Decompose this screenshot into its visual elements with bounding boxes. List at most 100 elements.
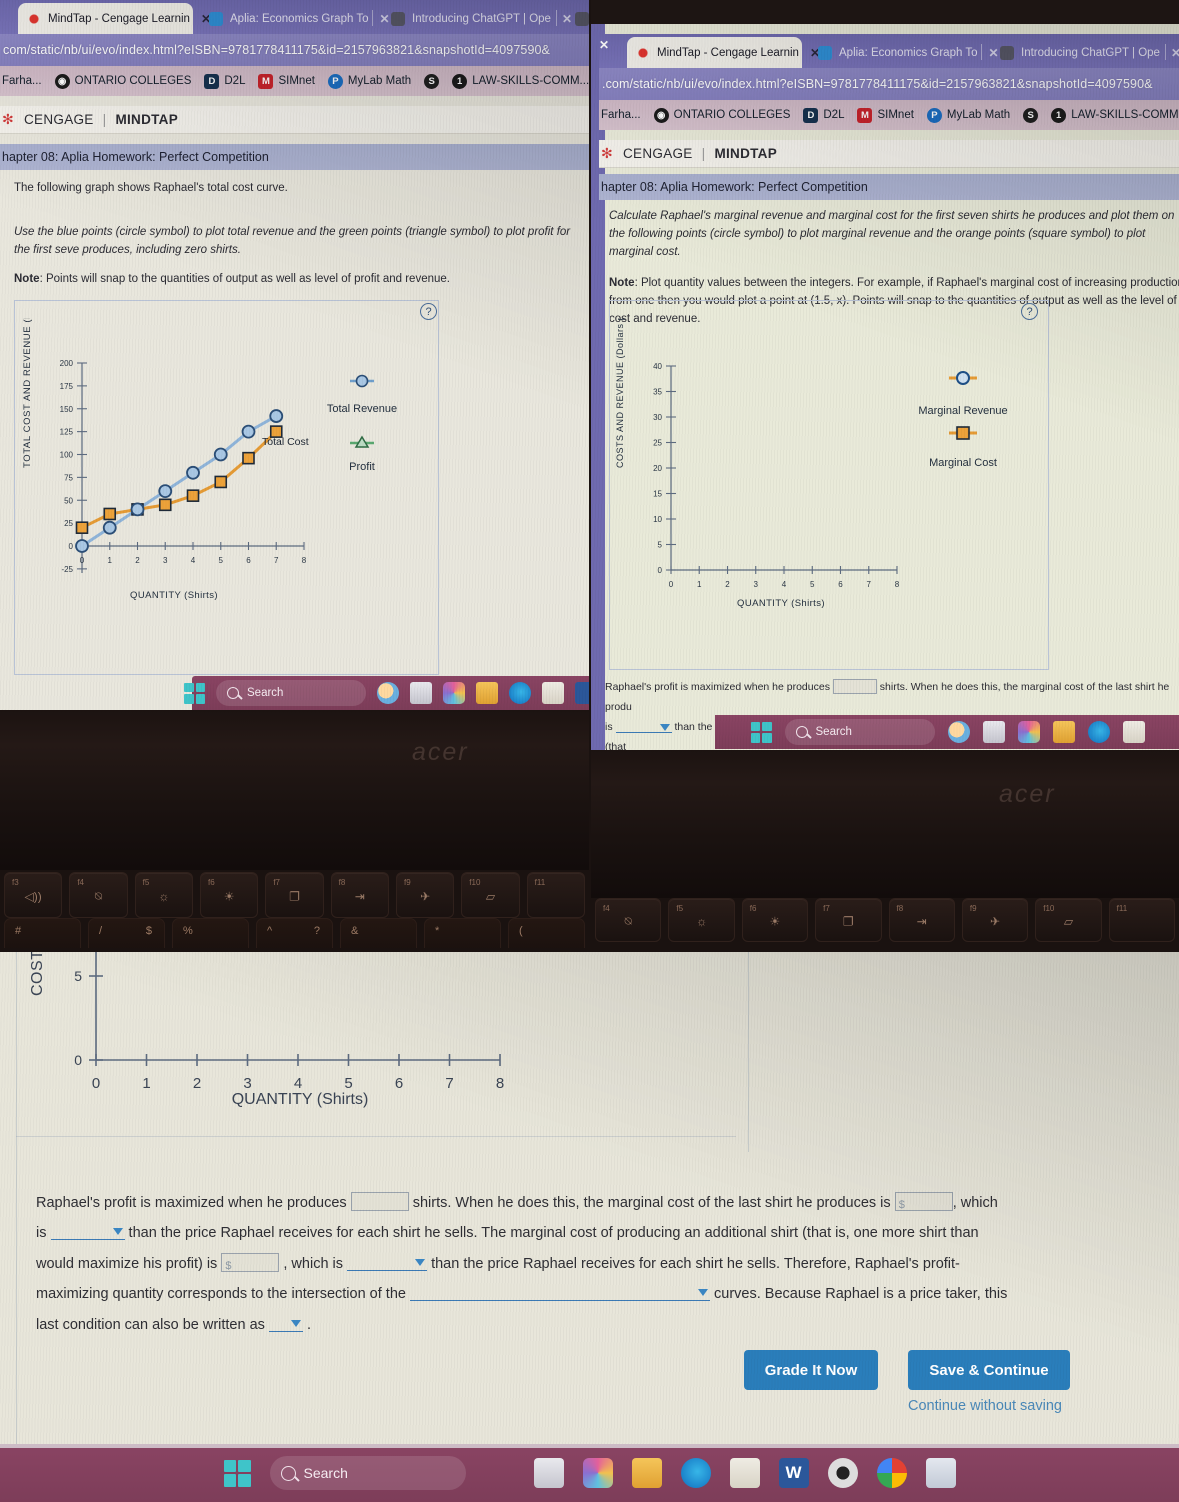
bookmark-mylab-math[interactable]: P MyLab Math — [327, 73, 411, 89]
widgets-icon[interactable] — [410, 682, 432, 704]
browser-tab-mindtap[interactable]: MindTap - Cengage Learnin ✕ — [18, 3, 211, 34]
windows-start-icon[interactable] — [223, 1459, 251, 1487]
widgets-icon[interactable] — [533, 1458, 564, 1488]
paint-icon[interactable] — [582, 1458, 613, 1488]
tab-scroll-left-icon[interactable]: ✕ — [599, 38, 609, 52]
word-icon[interactable] — [575, 682, 589, 704]
snipping-tool-icon[interactable] — [925, 1458, 956, 1488]
copilot-icon[interactable] — [485, 1458, 515, 1488]
svg-text:8: 8 — [302, 556, 307, 565]
key-f7[interactable]: f7 ❐ — [815, 898, 882, 942]
browser-tab-chatgpt[interactable]: Introducing ChatGPT | Ope ✕ — [991, 37, 1179, 68]
microsoft-store-icon[interactable] — [729, 1458, 760, 1488]
bookmark-ontario-colleges[interactable]: ◉ ONTARIO COLLEGES — [54, 73, 191, 89]
key-7[interactable]: &7 — [340, 918, 417, 948]
simnet-icon: M — [258, 73, 274, 89]
key-f11[interactable]: f11 — [526, 872, 585, 918]
key-9[interactable]: (9 — [508, 918, 585, 948]
key-f6[interactable]: f6 ☀ — [199, 872, 259, 918]
bookmark-globe[interactable]: S — [424, 73, 440, 89]
grade-it-now-button[interactable]: Grade It Now — [744, 1350, 878, 1390]
key-f4[interactable]: f4 ⍉ — [595, 898, 662, 942]
bookmark-farha[interactable]: Farha... — [601, 109, 641, 121]
key-5[interactable]: %5 — [172, 918, 249, 948]
edge-icon[interactable] — [680, 1458, 711, 1488]
key-f11[interactable]: f11 — [1108, 898, 1175, 942]
edge-icon[interactable] — [1087, 721, 1110, 743]
search-placeholder: Search — [303, 1465, 348, 1481]
taskbar-search-box[interactable]: Search — [216, 680, 366, 706]
browser-tab-extra[interactable] — [1171, 37, 1179, 68]
save-and-continue-button[interactable]: Save & Continue — [908, 1350, 1070, 1390]
key-f4[interactable]: f4 ⍉ — [69, 872, 128, 918]
key-f10[interactable]: f10 ▱ — [1035, 898, 1102, 942]
key-4[interactable]: /$4 — [88, 918, 165, 948]
browser-tab-extra[interactable] — [566, 3, 589, 34]
paint-icon[interactable] — [1017, 721, 1040, 743]
steelseries-icon[interactable] — [827, 1458, 858, 1488]
key-f7[interactable]: f7 ❐ — [265, 872, 324, 918]
total-cost-points[interactable] — [75, 425, 283, 534]
word-icon[interactable]: W — [778, 1458, 809, 1488]
taskbar-search-box[interactable]: Search — [269, 1456, 466, 1490]
key-f9[interactable]: f9 ✈ — [395, 872, 455, 918]
bookmark-law-skills[interactable]: 1 LAW-SKILLS-COMM... — [1051, 107, 1179, 123]
marginal-chart-bottom-crop[interactable]: 05 012345678 COSTS QUANTITY (Shirts) — [10, 952, 530, 1122]
dropdown-comparison-2[interactable] — [347, 1255, 428, 1271]
windows-start-icon[interactable] — [750, 721, 772, 743]
copilot-icon[interactable] — [377, 682, 399, 704]
bookmark-d2l[interactable]: D D2L — [204, 73, 245, 89]
bookmark-simnet[interactable]: M SIMnet — [857, 107, 914, 123]
page-title: hapter 08: Aplia Homework: Perfect Compe… — [2, 150, 269, 164]
bookmark-globe[interactable]: S — [1023, 107, 1039, 123]
total-cost-revenue-chart[interactable]: -25 0 25 50 75 100 125 150 175 200 0 1 2 3 4 5 6 7 8 TOTA… — [14, 318, 439, 628]
dropdown-condition[interactable] — [268, 1316, 303, 1332]
microsoft-store-icon[interactable] — [542, 682, 564, 704]
key-3[interactable]: #3 — [4, 918, 81, 948]
dropdown-curves[interactable] — [409, 1285, 710, 1302]
browser-tab-aplia[interactable]: Aplia: Economics Graph To ✕ — [809, 37, 999, 68]
taskbar-search-box[interactable]: Search — [784, 719, 935, 745]
bookmark-mylab-math[interactable]: P MyLab Math — [926, 107, 1010, 123]
answer-input-quantity[interactable] — [350, 1192, 409, 1211]
dropdown-comparison-1[interactable] — [50, 1224, 125, 1241]
edge-icon[interactable] — [509, 682, 531, 704]
browser-address-bar[interactable]: com/static/nb/ui/evo/index.html?eISBN=97… — [0, 34, 589, 66]
bookmark-farha[interactable]: Farha... — [2, 75, 42, 87]
key-f5[interactable]: f5 ☼ — [668, 898, 735, 942]
note-text: : Points will snap to the quantities of … — [39, 273, 450, 286]
key-f9[interactable]: f9 ✈ — [961, 898, 1029, 942]
function-key-row: f3 ◁)) f4 ⍉ f5 ☼ f6 ☀ f7 ❐ f8 ⇥ f9 ✈ f10 ▱ f11 — [0, 872, 589, 918]
file-explorer-icon[interactable] — [1052, 721, 1075, 743]
widgets-icon[interactable] — [982, 721, 1005, 743]
key-8[interactable]: *8 — [424, 918, 501, 948]
file-explorer-icon[interactable] — [476, 682, 498, 704]
paint-icon[interactable] — [443, 682, 465, 704]
answer-input-additional-cost[interactable] — [221, 1252, 280, 1278]
bookmark-simnet[interactable]: M SIMnet — [258, 73, 315, 89]
chrome-icon[interactable] — [876, 1458, 907, 1488]
file-explorer-icon[interactable] — [631, 1458, 662, 1488]
key-6[interactable]: ^?6 — [256, 918, 333, 948]
key-f6[interactable]: f6 ☀ — [741, 898, 809, 942]
key-f3[interactable]: f3 ◁)) — [4, 872, 63, 918]
browser-tab-mindtap[interactable]: MindTap - Cengage Learnin ✕ — [627, 37, 820, 68]
browser-address-bar[interactable]: .com/static/nb/ui/evo/index.html?eISBN=9… — [599, 68, 1179, 100]
bookmark-ontario-colleges[interactable]: ◉ ONTARIO COLLEGES — [653, 107, 790, 123]
key-f5[interactable]: f5 ☼ — [134, 872, 193, 918]
continue-without-saving-link[interactable]: Continue without saving — [908, 1398, 1062, 1414]
dropdown-comparison-1[interactable] — [615, 720, 672, 733]
windows-start-icon[interactable] — [184, 682, 205, 704]
copilot-icon[interactable] — [947, 721, 970, 743]
bookmark-law-skills[interactable]: 1 LAW-SKILLS-COMM... — [452, 73, 589, 89]
answer-input-quantity[interactable] — [832, 679, 877, 694]
key-f8[interactable]: f8 ⇥ — [330, 872, 389, 918]
browser-tab-chatgpt[interactable]: Introducing ChatGPT | Ope ✕ — [382, 3, 572, 34]
answer-input-marginal-cost[interactable] — [894, 1192, 953, 1217]
marginal-cost-revenue-chart[interactable]: 0 5 10 15 20 25 30 35 40 0 1 2 3 4 5 6 7 8 COSTS AND REV… — [609, 318, 1049, 628]
key-f10[interactable]: f10 ▱ — [461, 872, 520, 918]
key-f8[interactable]: f8 ⇥ — [888, 898, 955, 942]
microsoft-store-icon[interactable] — [1122, 721, 1145, 743]
bookmark-d2l[interactable]: D D2L — [803, 107, 844, 123]
browser-tab-aplia[interactable]: Aplia: Economics Graph To ✕ — [200, 3, 390, 34]
